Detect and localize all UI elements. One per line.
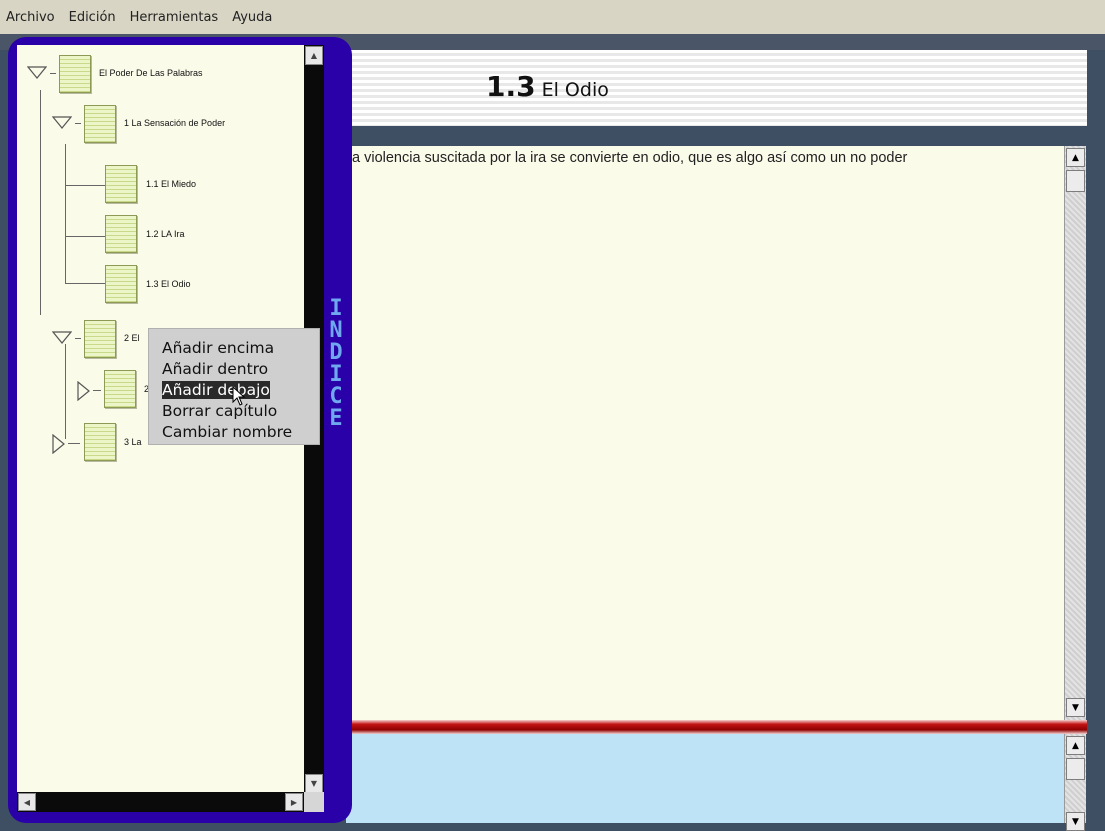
- text-scrollbar[interactable]: ▲ ▼: [1064, 146, 1086, 720]
- notes-editor[interactable]: [346, 734, 1064, 823]
- tree-node-1-1[interactable]: 1.1 El Miedo: [105, 165, 295, 205]
- tree-label: 2 El: [124, 333, 140, 343]
- section-title-band: 1.3 El Odio: [346, 50, 1087, 126]
- splitter-bar[interactable]: [346, 720, 1087, 734]
- tree-node-ch1[interactable]: 1 La Sensación de Poder: [52, 105, 297, 145]
- menu-archivo[interactable]: Archivo: [6, 10, 55, 25]
- menu-item-add-inside[interactable]: Añadir dentro: [162, 359, 319, 380]
- notes-scrollbar[interactable]: ▲ ▼: [1064, 734, 1086, 831]
- notes-scroll-down-arrow-icon[interactable]: ▼: [1066, 812, 1085, 831]
- document-icon: [104, 370, 136, 408]
- tree-line: [65, 236, 105, 237]
- tree-label: 1.1 El Miedo: [146, 179, 197, 189]
- document-icon: [84, 320, 116, 358]
- tree-scroll-right-arrow-icon[interactable]: ▶: [285, 793, 303, 811]
- tree-scroll-left-arrow-icon[interactable]: ◀: [18, 793, 36, 811]
- section-number: 1.3: [486, 70, 536, 103]
- menu-edicion[interactable]: Edición: [69, 10, 116, 25]
- tree-scroll-down-arrow-icon[interactable]: ▼: [305, 774, 323, 793]
- scroll-up-arrow-icon[interactable]: ▲: [1066, 148, 1085, 167]
- tree-label: 1.2 LA Ira: [146, 229, 185, 239]
- tree-node-1-2[interactable]: 1.2 LA Ira: [105, 215, 295, 255]
- right-edge: [1087, 50, 1105, 823]
- notes-scroll-up-arrow-icon[interactable]: ▲: [1066, 736, 1085, 755]
- document-icon: [84, 423, 116, 461]
- tree-node-1-3[interactable]: 1.3 El Odio: [105, 265, 295, 305]
- document-icon: [84, 105, 116, 143]
- scroll-down-arrow-icon[interactable]: ▼: [1066, 698, 1085, 717]
- tree-label: 1.3 El Odio: [146, 279, 191, 289]
- mouse-pointer-icon: [232, 386, 246, 406]
- indice-vertical-label: I N D I C E: [329, 296, 343, 431]
- menu-item-add-above[interactable]: Añadir encima: [162, 338, 319, 359]
- notes-scroll-thumb[interactable]: [1066, 758, 1085, 780]
- scroll-corner: [304, 792, 324, 812]
- tree-node-root[interactable]: El Poder De Las Palabras: [27, 55, 297, 95]
- tree-label: El Poder De Las Palabras: [99, 68, 203, 78]
- tree-label: 3 La: [124, 437, 142, 447]
- menu-herramientas[interactable]: Herramientas: [130, 10, 219, 25]
- collapse-triangle-icon[interactable]: [52, 331, 72, 345]
- tree-scroll-up-arrow-icon[interactable]: ▲: [305, 46, 323, 65]
- collapse-triangle-icon[interactable]: [27, 66, 47, 80]
- menu-ayuda[interactable]: Ayuda: [232, 10, 272, 25]
- document-icon: [59, 55, 91, 93]
- chapter-text: a violencia suscitada por la ira se conv…: [352, 150, 908, 166]
- expand-triangle-icon[interactable]: [77, 381, 91, 401]
- document-icon: [105, 215, 137, 253]
- section-name: El Odio: [541, 79, 609, 101]
- tree-horizontal-scrollbar[interactable]: ◀ ▶: [17, 792, 304, 812]
- section-title: 1.3 El Odio: [486, 70, 609, 103]
- scroll-thumb[interactable]: [1066, 170, 1085, 192]
- expand-triangle-icon[interactable]: [52, 434, 66, 454]
- collapse-triangle-icon[interactable]: [52, 116, 72, 130]
- tree-line: [65, 283, 105, 284]
- menu-item-rename[interactable]: Cambiar nombre: [162, 422, 319, 443]
- menu-bar: Archivo Edición Herramientas Ayuda: [0, 0, 1105, 34]
- tree-label: 1 La Sensación de Poder: [124, 118, 226, 128]
- tree-line: [40, 90, 41, 315]
- chapter-text-editor[interactable]: a violencia suscitada por la ira se conv…: [346, 146, 1064, 720]
- tree-line: [65, 144, 66, 284]
- document-icon: [105, 165, 137, 203]
- document-icon: [105, 265, 137, 303]
- title-separator: [346, 126, 1087, 146]
- tree-line: [65, 185, 105, 186]
